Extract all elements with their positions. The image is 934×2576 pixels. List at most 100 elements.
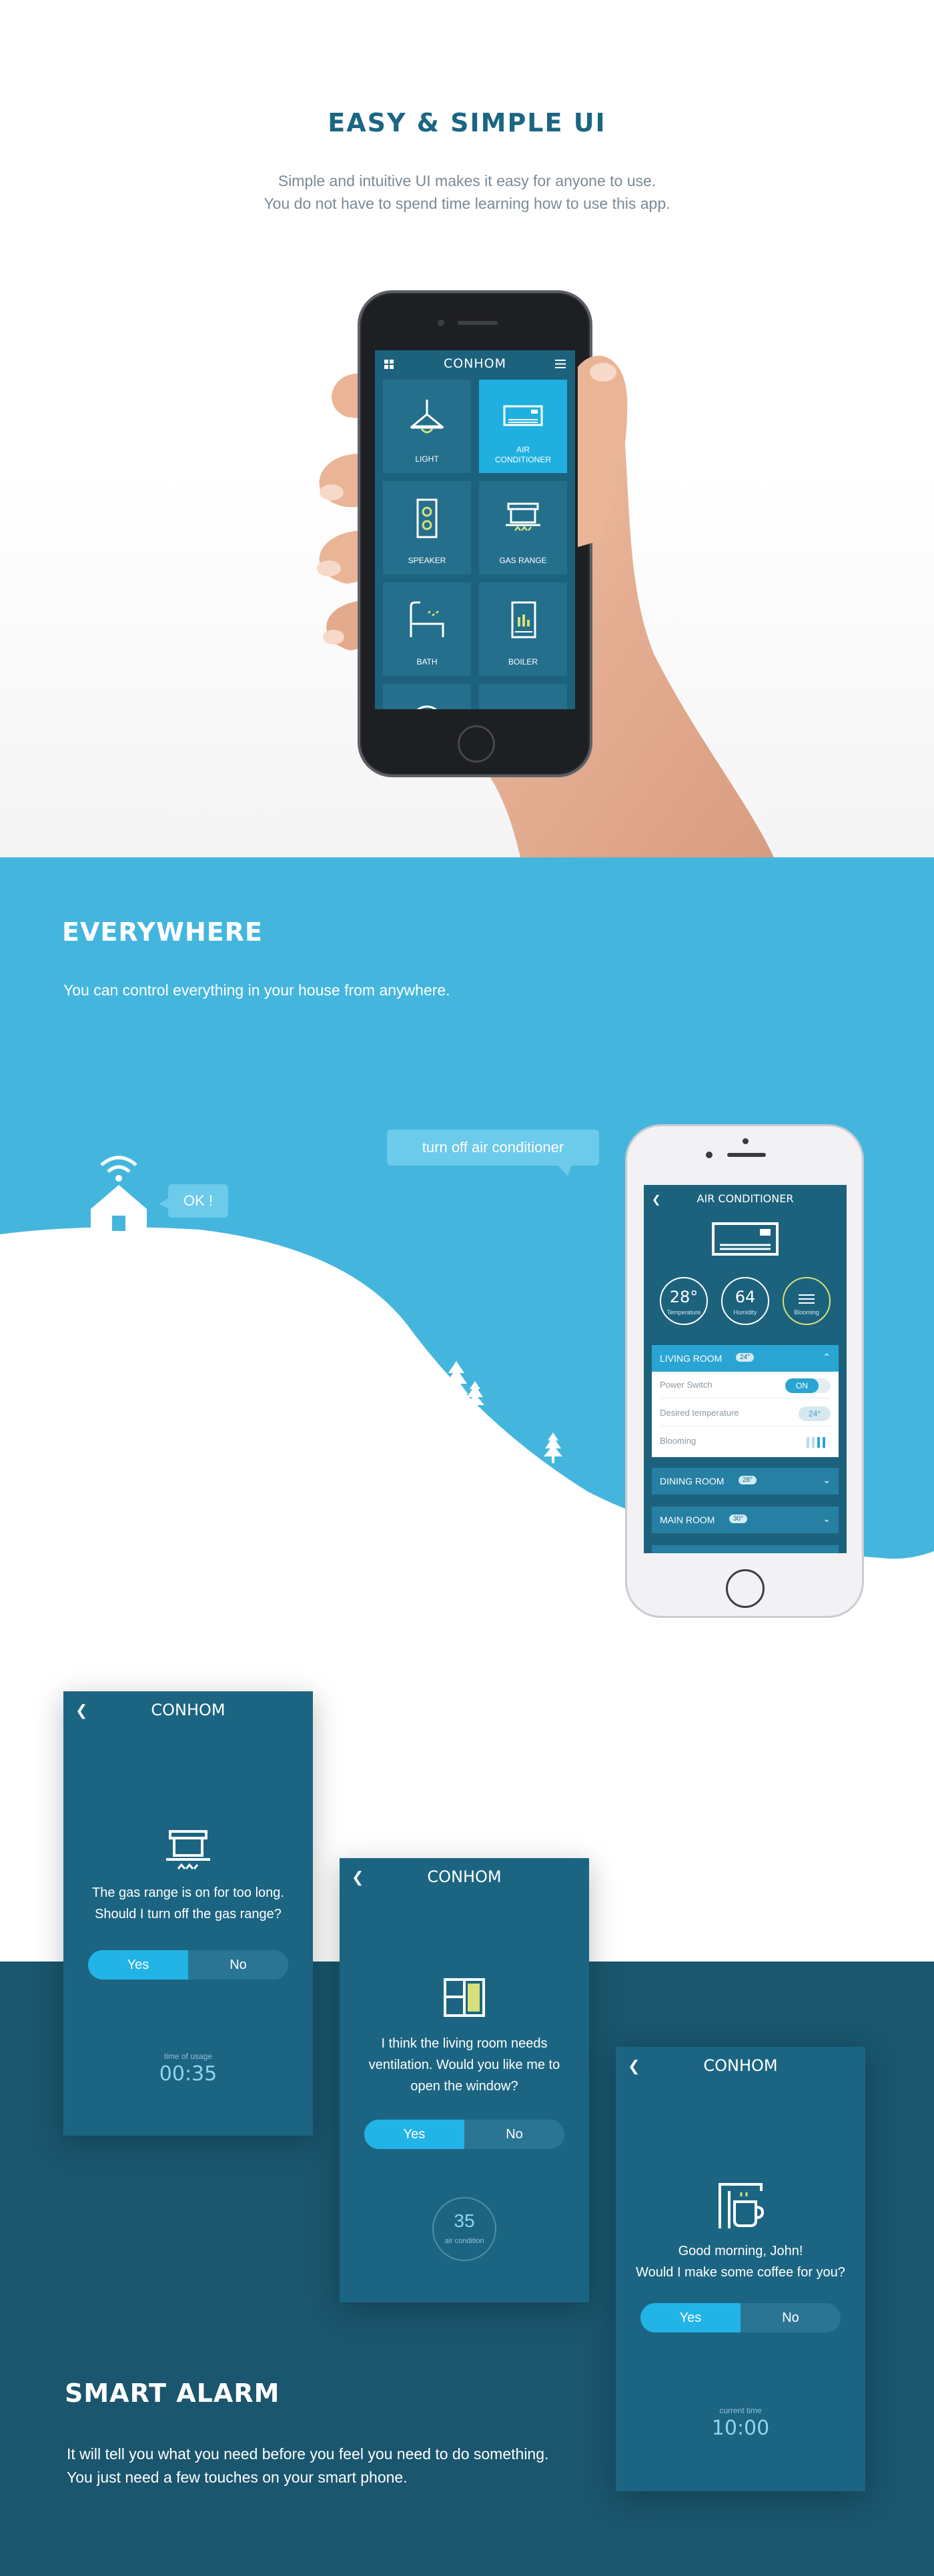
gauge-value: 28° (669, 1288, 698, 1306)
row-label: Desired temperature (660, 1408, 739, 1418)
yes-button[interactable]: Yes (88, 1950, 188, 1980)
air-condition-ring: 35 air condition (432, 2197, 496, 2261)
temp-stepper[interactable]: 24° (799, 1406, 831, 1421)
tile-boiler[interactable]: BOILER (479, 582, 567, 676)
app-brand: CONHOM (443, 356, 507, 371)
tile-speaker[interactable]: SPEAKER (383, 481, 471, 574)
humidity-gauge: 64 Humidity (721, 1277, 769, 1325)
yes-no-toggle: Yes No (364, 2120, 564, 2149)
device-icon (503, 701, 543, 709)
chevron-up-icon[interactable]: ⌃ (823, 1352, 831, 1363)
alert-message: open the window? (410, 2079, 518, 2094)
coffee-alert-card: ❮ CONHOM Good morning, John! Would I mak… (616, 2047, 865, 2491)
room-name: DINING ROOM (660, 1476, 725, 1486)
window-icon (444, 1978, 485, 2017)
chevron-down-icon[interactable]: ⌄ (823, 1474, 831, 1486)
room-dining-room[interactable]: DINING ROOM 28° ⌄ (652, 1468, 839, 1494)
ring-label: air condition (444, 2237, 484, 2245)
info-value: 00:35 (159, 2062, 217, 2086)
air-conditioner-icon (503, 405, 543, 426)
power-toggle[interactable]: ON (785, 1378, 831, 1393)
speaker-icon (416, 498, 438, 538)
tile-clock[interactable] (383, 684, 471, 709)
air-conditioner-icon (712, 1222, 779, 1256)
info-value: 10:00 (711, 2417, 770, 2440)
tile-label: SPEAKER (408, 556, 446, 565)
tile-label: BATH (416, 657, 438, 667)
alert-message: ventilation. Would you like me to (368, 2058, 560, 2072)
room-main-room[interactable]: MAIN ROOM 30° ⌄ (652, 1507, 839, 1533)
ring-value: 35 (454, 2210, 475, 2231)
gas-range-icon (506, 502, 540, 531)
row-label: Blooming (660, 1436, 696, 1446)
reply-bubble: OK ! (168, 1184, 228, 1218)
gauge-value: 64 (735, 1288, 756, 1306)
yes-button[interactable]: Yes (364, 2120, 464, 2149)
yes-button[interactable]: Yes (640, 2303, 741, 2332)
app-header: CONHOM (375, 350, 575, 377)
no-button[interactable]: No (741, 2303, 841, 2332)
blooming-icon (799, 1294, 815, 1304)
home-button (726, 1569, 765, 1608)
chevron-down-icon[interactable]: ⌄ (823, 1513, 831, 1525)
thumb-illustration (578, 356, 628, 547)
room-living-room[interactable]: LIVING ROOM 24° ⌃ (652, 1345, 839, 1372)
speaker-grille (727, 1153, 766, 1157)
section-description: You can control everything in your house… (63, 981, 450, 999)
yes-no-toggle: Yes No (88, 1950, 288, 1980)
no-button[interactable]: No (188, 1950, 288, 1980)
info-label: time of usage (163, 2052, 213, 2061)
gauge-label: Temperature (666, 1309, 701, 1316)
house-icon (91, 1156, 147, 1231)
camera (743, 1138, 749, 1144)
home-button (458, 725, 495, 763)
room-name: MAIN ROOM (660, 1515, 715, 1525)
everywhere-section: EVERYWHERE You can control everything in… (0, 857, 934, 1631)
tile-label: BOILER (508, 657, 538, 667)
phone-mockup: CONHOM LIGHT AIR CONDITIONER SPEAKER GAS… (358, 290, 592, 777)
alert-message: I think the living room needs (381, 2036, 548, 2051)
room-name: LIVING ROOM (660, 1353, 723, 1364)
tile-gas-range[interactable]: GAS RANGE (479, 481, 567, 574)
coffee-maker-icon (719, 2183, 764, 2228)
clock-icon (416, 705, 438, 709)
phone-mockup: ❮ AIR CONDITIONER 28° Temperature 64 Hum… (625, 1124, 864, 1618)
blooming-level-icon[interactable] (807, 1436, 831, 1448)
app-brand: CONHOM (703, 2056, 778, 2075)
tile-device[interactable] (479, 684, 567, 709)
section-title: SMART ALARM (65, 2379, 280, 2408)
yes-no-toggle: Yes No (640, 2303, 841, 2332)
ventilation-alert-card: ❮ CONHOM I think the living room needs v… (340, 1858, 589, 2302)
section-description: It will tell you what you need before yo… (67, 2445, 549, 2463)
easy-ui-section: EASY & SIMPLE UI Simple and intuitive UI… (0, 0, 934, 857)
room-temp-badge: 28° (739, 1476, 757, 1484)
gas-range-icon (166, 1830, 210, 1869)
tile-air-conditioner[interactable]: AIR CONDITIONER (479, 380, 567, 473)
tile-label: AIR (516, 445, 530, 454)
room-temp-badge: 30° (729, 1515, 748, 1523)
menu-icon[interactable] (555, 360, 566, 368)
camera (706, 1152, 713, 1158)
app-title: AIR CONDITIONER (696, 1192, 794, 1205)
desired-temp-row: Desired temperature 24° (660, 1400, 831, 1426)
gauge-label: Humidity (733, 1309, 757, 1316)
tree-icon (444, 1361, 484, 1412)
room-more[interactable] (652, 1545, 839, 1553)
app-header: ❮ AIR CONDITIONER (644, 1185, 847, 1212)
gauge-label: Blooming (794, 1309, 819, 1316)
tile-bath[interactable]: BATH (383, 582, 471, 676)
section-title: EVERYWHERE (62, 917, 263, 947)
smart-alarm-section: ❮ CONHOM The gas range is on for too lon… (0, 1631, 934, 2576)
tree-icon (544, 1432, 562, 1463)
toggle-label: ON (785, 1378, 819, 1393)
bubble-tail (159, 1198, 169, 1210)
alert-message: The gas range is on for too long. (92, 1885, 284, 1900)
gas-range-alert-card: ❮ CONHOM The gas range is on for too lon… (63, 1691, 313, 2136)
room-controls: Power Switch ON Desired temperature 24° … (652, 1372, 839, 1457)
no-button[interactable]: No (464, 2120, 564, 2149)
tile-light[interactable]: LIGHT (383, 380, 471, 473)
app-screen: ❮ AIR CONDITIONER 28° Temperature 64 Hum… (644, 1185, 847, 1553)
command-bubble: turn off air conditioner (387, 1130, 599, 1166)
tile-label: CONDITIONER (495, 455, 551, 464)
blooming-gauge: Blooming (783, 1277, 831, 1325)
